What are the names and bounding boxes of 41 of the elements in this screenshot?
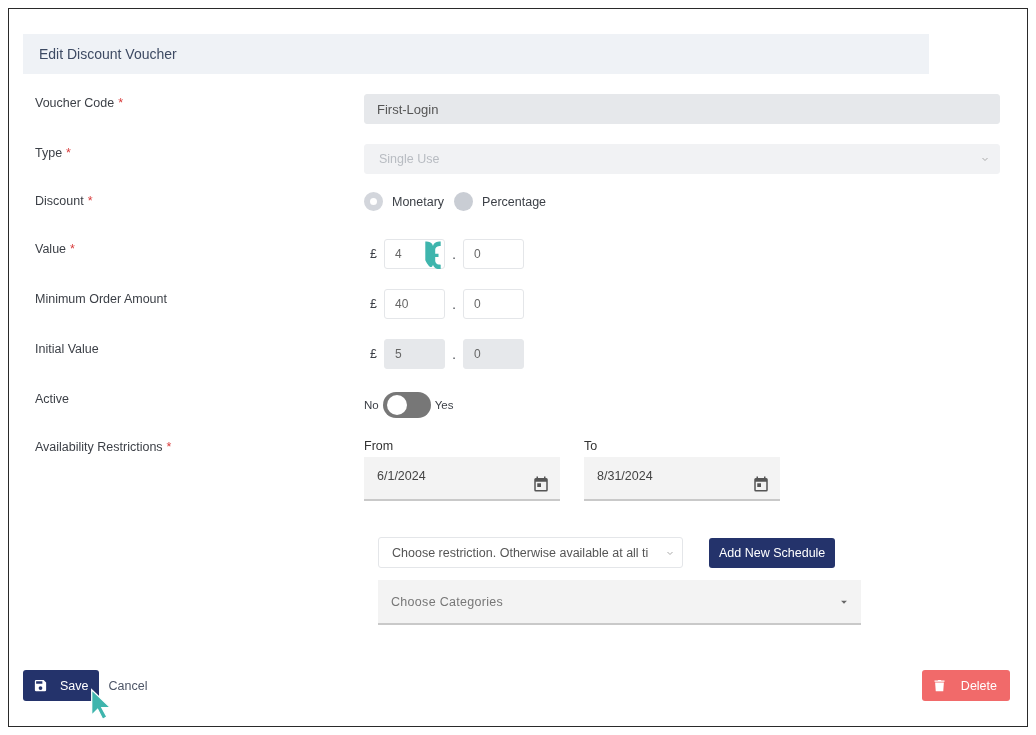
date-field[interactable]: 6/1/2024: [364, 457, 560, 501]
currency-symbol: £: [369, 297, 378, 311]
field-label: Availability Restrictions: [35, 440, 163, 454]
page-title: Edit Discount Voucher: [39, 46, 177, 62]
decimal-separator: .: [451, 296, 457, 312]
required-mark: *: [166, 440, 172, 454]
currency-symbol: £: [369, 247, 378, 261]
calendar-icon[interactable]: [752, 475, 770, 493]
field-label: Minimum Order Amount: [35, 292, 167, 306]
pence-field[interactable]: 0: [463, 289, 524, 319]
field-label: Voucher Code: [35, 96, 115, 110]
field-label: Initial Value: [35, 342, 99, 356]
categories-dropdown[interactable]: Choose Categories: [378, 580, 861, 625]
field-label: Active: [35, 392, 70, 406]
toggle-label: No: [364, 399, 379, 411]
toggle-label: Yes: [434, 399, 454, 411]
radio-label: Monetary: [392, 194, 445, 209]
cancel-link[interactable]: Cancel: [108, 678, 148, 693]
restriction-select[interactable]: Choose restriction. Otherwise available at all ti: [378, 537, 683, 568]
date-field[interactable]: 8/31/2024: [584, 457, 780, 501]
required-mark: *: [66, 146, 71, 160]
save-button[interactable]: Save: [23, 670, 99, 701]
decimal-separator: .: [451, 246, 457, 262]
radio-button[interactable]: [454, 192, 474, 211]
add-schedule-button[interactable]: Add New Schedule: [709, 537, 836, 568]
field-label: Discount: [35, 194, 84, 208]
required-mark: *: [118, 96, 124, 110]
date-label: From: [364, 439, 395, 453]
radio-button[interactable]: [364, 192, 383, 211]
decimal-separator: .: [451, 346, 457, 362]
toggle-switch[interactable]: [382, 392, 431, 418]
field-label: Value: [35, 242, 67, 256]
radio-label: Percentage: [482, 194, 547, 209]
field-label: Type: [35, 146, 63, 160]
required-mark: *: [70, 242, 75, 256]
currency-symbol: £: [369, 347, 378, 361]
required-mark: *: [87, 194, 93, 208]
pounds-field[interactable]: 40: [384, 289, 445, 319]
calendar-icon[interactable]: [532, 475, 550, 493]
pence-field[interactable]: 0: [463, 239, 524, 269]
date-label: To: [584, 439, 599, 453]
